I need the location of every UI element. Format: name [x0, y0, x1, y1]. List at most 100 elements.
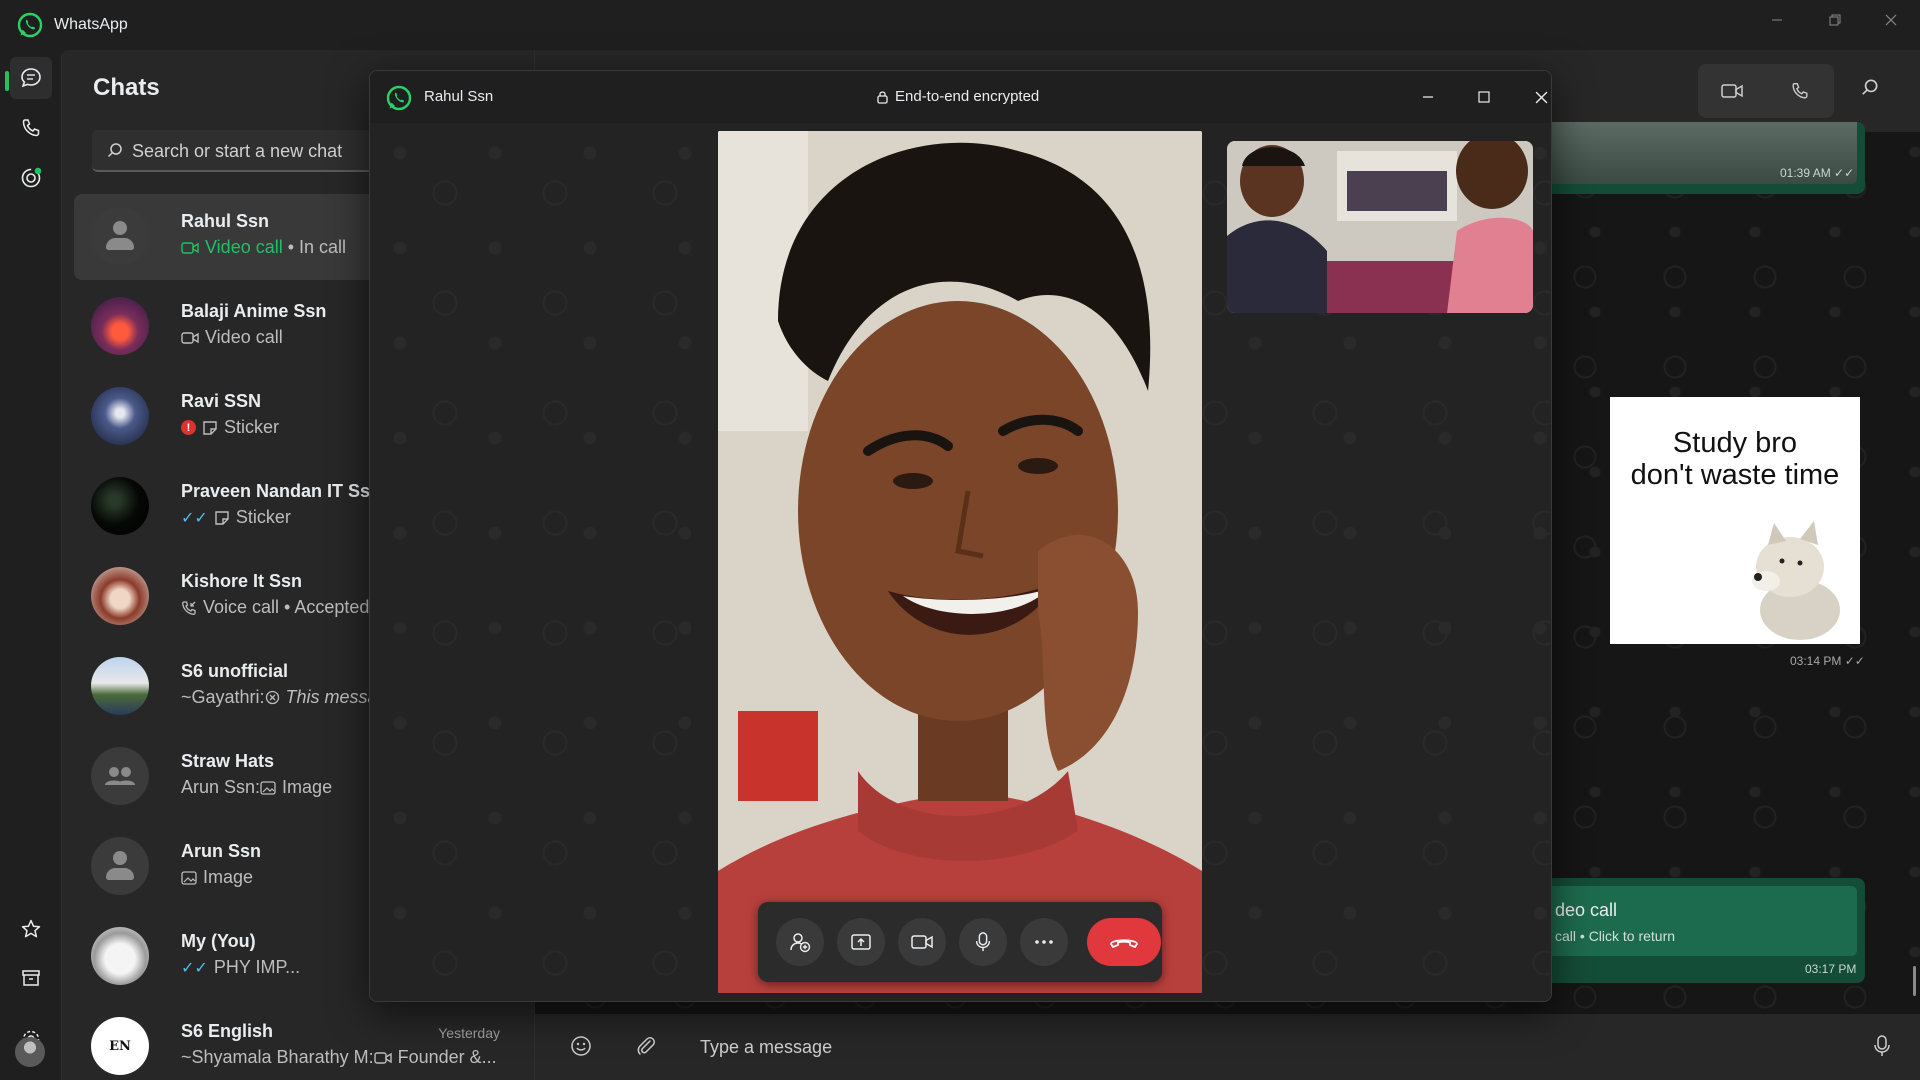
share-screen-button[interactable] [837, 918, 885, 966]
add-participant-button[interactable] [776, 918, 824, 966]
avatar: EN [91, 1017, 149, 1075]
chat-name: S6 English [181, 1021, 274, 1041]
self-video-preview[interactable] [1227, 141, 1533, 313]
chat-preview: ~Shyamala Bharathy M: Founder &... [181, 1047, 497, 1067]
navigation-rail [0, 50, 61, 1080]
sticker-text: Study bro don't waste time [1630, 427, 1840, 491]
profile-avatar[interactable] [15, 1037, 45, 1067]
attach-button[interactable] [634, 1034, 658, 1063]
chat-item-s6-english[interactable]: EN S6 English Yesterday ~Shyamala Bharat… [74, 1004, 522, 1080]
emoji-button[interactable] [569, 1034, 593, 1063]
chats-heading: Chats [93, 74, 160, 101]
minimize-button[interactable] [1748, 0, 1806, 40]
more-options-button[interactable] [1020, 918, 1068, 966]
whatsapp-window: WhatsApp Chats Search or start a new cha… [0, 0, 1920, 1080]
self-view-image [1227, 141, 1533, 313]
group-icon [105, 767, 135, 785]
starred-nav-button[interactable] [10, 908, 52, 950]
more-icon [1035, 940, 1053, 944]
whatsapp-logo-icon [17, 12, 43, 38]
app-title: WhatsApp [54, 16, 128, 33]
toggle-camera-button[interactable] [898, 918, 946, 966]
close-button[interactable] [1862, 0, 1920, 40]
video-call-button[interactable] [1698, 64, 1766, 118]
restore-button[interactable] [1806, 0, 1864, 40]
sticker-icon [203, 420, 217, 435]
archived-nav-button[interactable] [10, 957, 52, 999]
whatsapp-logo-icon [386, 85, 412, 111]
call-buttons-group [1698, 64, 1834, 118]
chat-name: Kishore It Ssn [181, 571, 303, 591]
chat-preview: Image [181, 867, 253, 888]
failed-icon: ! [181, 420, 196, 435]
group-avatar [91, 747, 149, 805]
conversation-search-button[interactable] [1860, 77, 1880, 102]
outgoing-image-message[interactable]: 01:39 AM ✓✓ [1535, 122, 1865, 194]
call-return-message[interactable]: deo call call • Click to return 03:17 PM [1535, 878, 1865, 983]
chats-nav-button[interactable] [10, 57, 52, 99]
video-camera-icon [1721, 84, 1743, 98]
chat-name: Ravi SSN [181, 391, 262, 411]
close-icon [1885, 14, 1897, 26]
deleted-message-icon [265, 690, 279, 705]
chat-preview: Video call [181, 327, 283, 348]
phone-icon [1792, 83, 1808, 99]
minimize-icon [1772, 19, 1782, 21]
chat-preview: Arun Ssn: Image [181, 777, 333, 797]
status-nav-button[interactable] [10, 157, 52, 199]
avatar [91, 387, 149, 445]
remote-participant-image [718, 131, 1202, 993]
video-camera-icon [373, 1051, 392, 1064]
chat-preview: ✓✓ Sticker [181, 507, 291, 527]
chat-time: Yesterday [438, 1025, 500, 1041]
message-time: 01:39 AM ✓✓ [1780, 166, 1855, 180]
title-bar: WhatsApp [0, 0, 1920, 50]
microphone-icon [1874, 1035, 1890, 1056]
remote-video-feed[interactable] [718, 131, 1202, 993]
toggle-microphone-button[interactable] [959, 918, 1007, 966]
lock-icon [877, 90, 888, 104]
status-icon [21, 167, 42, 188]
archive-icon [22, 970, 40, 986]
end-call-button[interactable] [1087, 918, 1161, 966]
read-ticks-icon: ✓✓ [181, 959, 208, 977]
call-status-label: • In call [282, 237, 347, 257]
sticker-message[interactable]: Study bro don't waste time [1610, 397, 1860, 644]
maximize-icon [1478, 91, 1490, 103]
chat-name: Straw Hats [181, 751, 275, 771]
avatar [91, 297, 149, 355]
call-title-bar: Rahul Ssn End-to-end encrypted [370, 71, 1551, 123]
chat-preview: ! Sticker [181, 417, 279, 438]
call-return-card[interactable]: deo call call • Click to return [1543, 886, 1857, 956]
call-maximize-button[interactable] [1461, 79, 1507, 115]
image-icon [260, 780, 276, 795]
call-type-label: Video call [205, 237, 283, 257]
calls-nav-button[interactable] [10, 107, 52, 149]
chat-name: My (You) [181, 931, 256, 951]
avatar [91, 657, 149, 715]
chat-preview: Video call • In call [181, 237, 346, 258]
avatar [91, 567, 149, 625]
voice-call-button[interactable] [1766, 64, 1834, 118]
active-indicator [5, 71, 9, 91]
video-camera-icon [181, 331, 199, 344]
message-input[interactable] [700, 1032, 1700, 1062]
minimize-icon [1423, 96, 1433, 98]
message-time: 03:17 PM [1805, 962, 1857, 976]
calls-icon [22, 119, 40, 137]
call-controls-bar [758, 902, 1162, 982]
doge-sticker-image [1752, 521, 1840, 640]
microphone-icon [975, 932, 991, 952]
call-minimize-button[interactable] [1405, 79, 1451, 115]
sticker-icon [215, 510, 229, 525]
incoming-call-icon [182, 600, 196, 615]
chat-name: S6 unofficial [181, 661, 289, 681]
voice-message-button[interactable] [1871, 1034, 1893, 1063]
chat-name: Rahul Ssn [181, 211, 270, 231]
chat-name: Balaji Anime Ssn [181, 301, 327, 321]
scrollbar-thumb[interactable] [1913, 966, 1916, 996]
call-close-button[interactable] [1518, 79, 1551, 115]
call-return-subtitle: call • Click to return [1555, 928, 1676, 944]
compose-bar [535, 1014, 1920, 1080]
chat-preview: ~Gayathri: This messag [181, 687, 388, 707]
